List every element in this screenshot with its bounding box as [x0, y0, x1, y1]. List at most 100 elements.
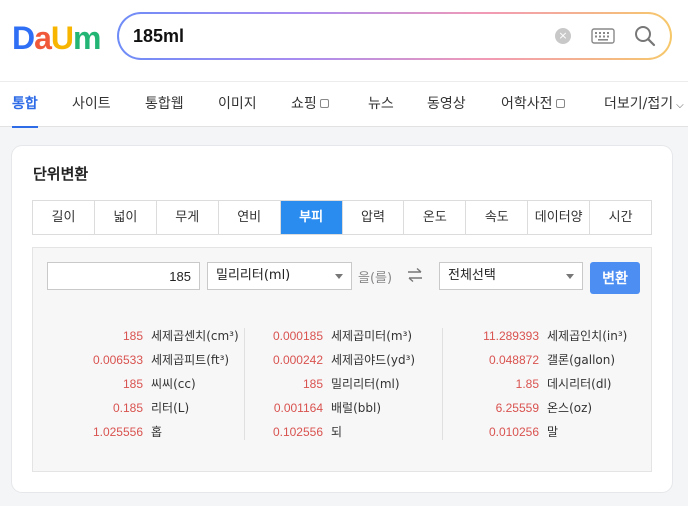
tab-integrated-web[interactable]: 통합웹: [145, 82, 184, 127]
result-value: 0.185: [112, 401, 143, 415]
tab-label: 이미지: [218, 96, 257, 112]
results-column-1: 185 세제곱센치(cm³) 0.006533 세제곱피트(ft³) 185 씨씨(c…: [51, 324, 251, 444]
unit-tab-area[interactable]: 넓이: [94, 201, 157, 234]
result-value: 185: [122, 377, 143, 391]
result-row: 185 밀리리터(ml): [251, 372, 451, 396]
tab-label: 뉴스: [368, 96, 394, 112]
result-unit: 배럴(bbl): [331, 401, 382, 415]
result-value: 185: [302, 377, 323, 391]
result-unit: 밀리리터(ml): [331, 377, 400, 391]
column-divider: [244, 328, 245, 440]
unit-tab-data[interactable]: 데이터양: [528, 201, 591, 234]
tab-label: 더보기/접기: [604, 96, 674, 112]
result-unit: 말: [547, 425, 559, 439]
result-row: 1.025556 홉: [51, 420, 251, 444]
result-row: 0.000185 세제곱미터(m³): [251, 324, 451, 348]
tab-video[interactable]: 동영상: [427, 82, 466, 127]
result-row: 185 씨씨(cc): [51, 372, 251, 396]
result-value: 0.048872: [488, 353, 539, 367]
unit-converter-card: 단위변환 길이 넓이 무게 연비 부피 압력 온도 속도 데이터양 시간 밀리리…: [12, 146, 672, 492]
keyboard-icon[interactable]: [591, 28, 615, 44]
tab-dictionary[interactable]: 어학사전: [501, 82, 565, 127]
tab-site[interactable]: 사이트: [72, 82, 111, 127]
result-value: 0.000185: [272, 329, 323, 343]
result-value: 0.010256: [488, 425, 539, 439]
tab-shopping[interactable]: 쇼핑: [291, 82, 329, 127]
result-row: 1.85 데시리터(dl): [451, 372, 651, 396]
result-row: 185 세제곱센치(cm³): [51, 324, 251, 348]
result-row: 0.185 리터(L): [51, 396, 251, 420]
unit-tab-length[interactable]: 길이: [33, 201, 95, 234]
result-value: 0.006533: [92, 353, 143, 367]
tab-label: 동영상: [427, 96, 466, 112]
logo-letter-d: D: [12, 20, 35, 56]
result-value: 1.85: [515, 377, 539, 391]
result-value: 0.000242: [272, 353, 323, 367]
converter-panel: 밀리리터(ml) 을(를) 전체선택 변환 185 세제곱센치(cm³) 0.00…: [32, 247, 652, 472]
unit-tab-volume[interactable]: 부피: [280, 201, 343, 234]
result-row: 0.001164 배럴(bbl): [251, 396, 451, 420]
results-column-3: 11.289393 세제곱인치(in³) 0.048872 갤론(gallon) 1…: [451, 324, 651, 444]
result-unit: 되: [331, 425, 343, 439]
result-row: 0.006533 세제곱피트(ft³): [51, 348, 251, 372]
convert-button[interactable]: 변환: [590, 262, 640, 294]
search-icon[interactable]: [633, 24, 657, 48]
result-unit: 갤론(gallon): [547, 353, 616, 367]
result-value: 185: [122, 329, 143, 343]
result-row: 0.000242 세제곱야드(yd³): [251, 348, 451, 372]
result-unit: 세제곱야드(yd³): [331, 353, 416, 367]
tab-label: 통합: [12, 96, 38, 112]
tab-more[interactable]: 더보기/접기 ⌵: [604, 82, 684, 127]
converter-title: 단위변환: [33, 165, 89, 183]
to-unit-value: 전체선택: [448, 268, 496, 283]
result-row: 0.102556 되: [251, 420, 451, 444]
result-row: 11.289393 세제곱인치(in³): [451, 324, 651, 348]
dropdown-arrow-icon: [566, 274, 574, 279]
search-input[interactable]: [133, 23, 513, 49]
external-link-icon: [319, 99, 329, 108]
search-tabs: 통합 사이트 통합웹 이미지 쇼핑 뉴스 동영상 어학사전 더보기/접기 ⌵: [0, 81, 688, 128]
from-unit-select[interactable]: 밀리리터(ml): [207, 262, 352, 290]
result-value: 0.102556: [272, 425, 323, 439]
result-value: 0.001164: [273, 401, 323, 415]
result-unit: 세제곱피트(ft³): [151, 353, 230, 367]
to-unit-select[interactable]: 전체선택: [439, 262, 583, 290]
tab-label: 쇼핑: [291, 96, 317, 112]
column-divider: [442, 328, 443, 440]
tab-images[interactable]: 이미지: [218, 82, 257, 127]
tab-label: 사이트: [72, 96, 111, 112]
unit-tab-fuel-economy[interactable]: 연비: [218, 201, 281, 234]
result-unit: 온스(oz): [547, 401, 593, 415]
result-unit: 세제곱인치(in³): [547, 329, 628, 343]
result-value: 6.25559: [495, 401, 539, 415]
result-unit: 홉: [151, 425, 163, 439]
unit-tab-speed[interactable]: 속도: [466, 201, 529, 234]
chevron-down-icon: ⌵: [676, 100, 684, 111]
results-column-2: 0.000185 세제곱미터(m³) 0.000242 세제곱야드(yd³) 185…: [251, 324, 451, 444]
swap-icon[interactable]: [406, 266, 424, 284]
result-unit: 씨씨(cc): [151, 377, 196, 391]
result-row: 0.010256 말: [451, 420, 651, 444]
search-inner: ×: [119, 14, 670, 58]
clear-icon[interactable]: ×: [555, 28, 571, 44]
unit-category-tabs: 길이 넓이 무게 연비 부피 압력 온도 속도 데이터양 시간: [32, 200, 652, 235]
external-link-icon: [555, 99, 565, 108]
unit-tab-time[interactable]: 시간: [590, 201, 652, 234]
unit-tab-weight[interactable]: 무게: [156, 201, 219, 234]
particle-label: 을(를): [358, 271, 393, 286]
value-input[interactable]: [47, 262, 200, 290]
unit-tab-temperature[interactable]: 온도: [404, 201, 467, 234]
unit-tab-pressure[interactable]: 압력: [342, 201, 405, 234]
tab-news[interactable]: 뉴스: [368, 82, 394, 127]
result-unit: 세제곱센치(cm³): [151, 329, 239, 343]
result-value: 11.289393: [483, 329, 539, 343]
tab-integrated[interactable]: 통합: [12, 82, 38, 128]
tab-label: 어학사전: [501, 96, 553, 112]
tab-label: 통합웹: [145, 96, 184, 112]
from-unit-value: 밀리리터(ml): [216, 268, 291, 283]
result-unit: 세제곱미터(m³): [331, 329, 413, 343]
result-row: 6.25559 온스(oz): [451, 396, 651, 420]
result-row: 0.048872 갤론(gallon): [451, 348, 651, 372]
conversion-results: 185 세제곱센치(cm³) 0.006533 세제곱피트(ft³) 185 씨씨(c…: [33, 324, 653, 444]
daum-logo[interactable]: D a U m: [12, 18, 101, 56]
